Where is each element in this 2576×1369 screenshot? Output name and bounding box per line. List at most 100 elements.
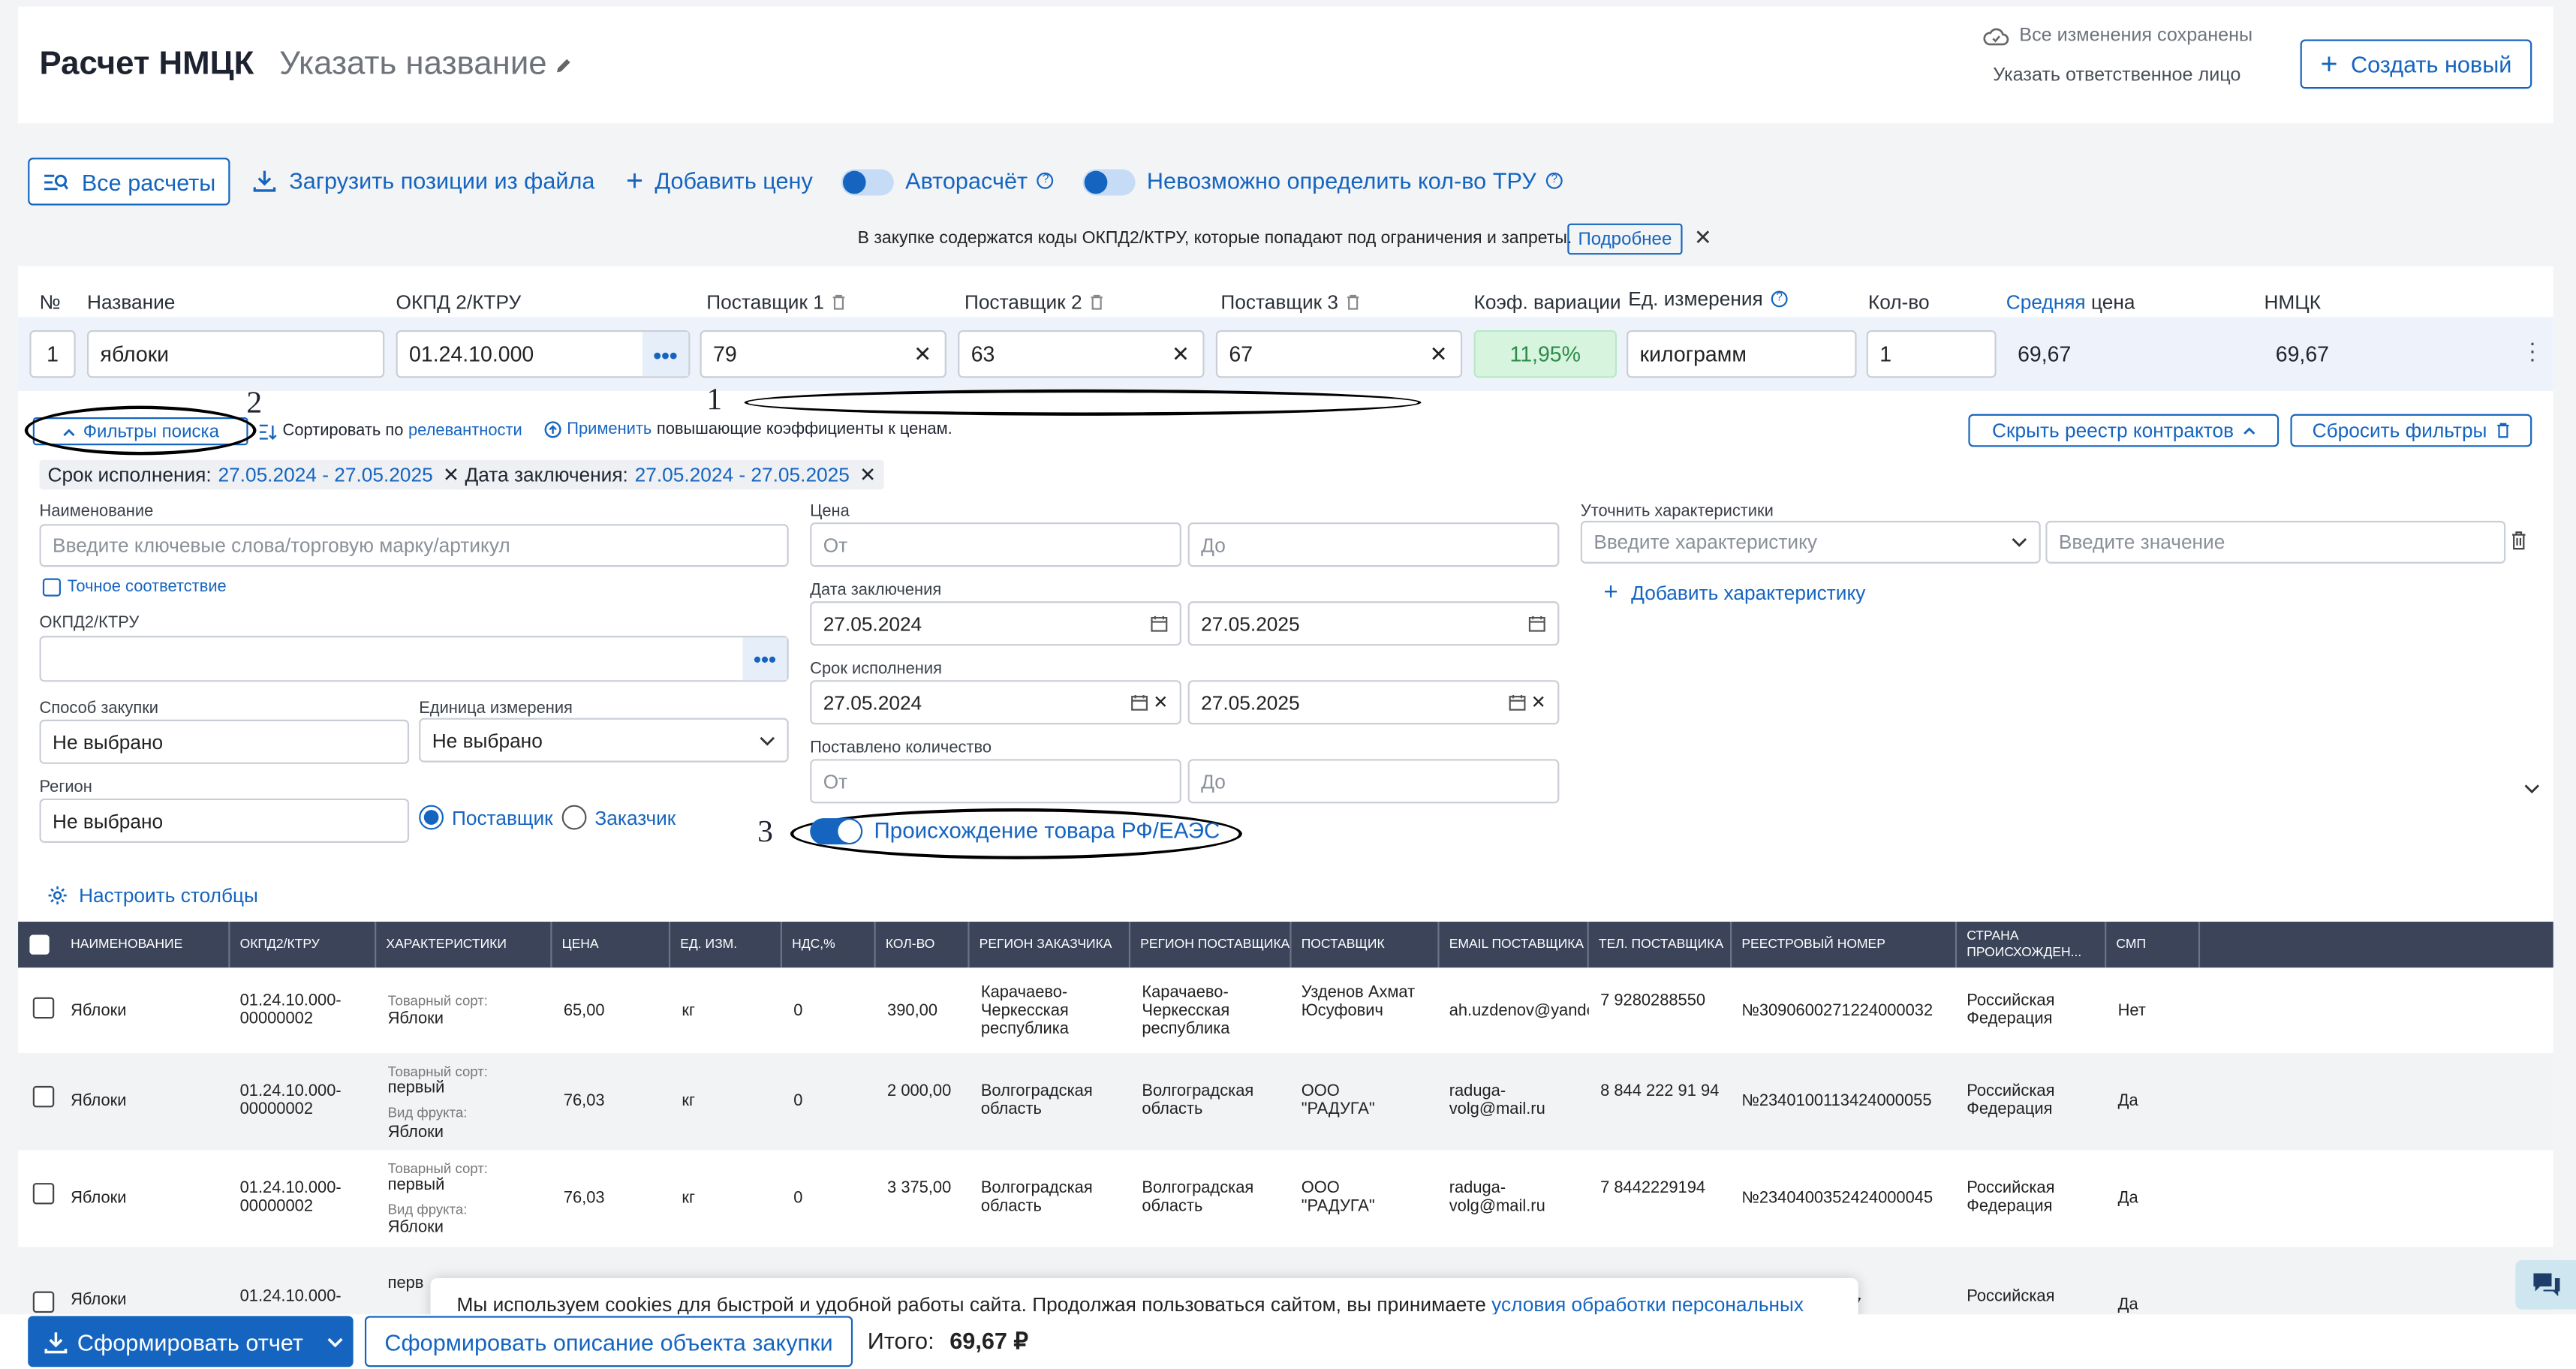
trash-icon[interactable]: [831, 294, 846, 311]
th-customer-region[interactable]: РЕГИОН ЗАКАЗЧИКА: [970, 922, 1131, 968]
sort-relevance-link[interactable]: релевантности: [408, 423, 522, 441]
close-icon[interactable]: ✕: [859, 463, 876, 486]
trash-icon[interactable]: [1345, 294, 1360, 311]
cell-registry-number[interactable]: №2340400352424000045: [1741, 1190, 1933, 1208]
th-okpd[interactable]: ОКПД2/КТРУ: [230, 922, 377, 968]
th-phone[interactable]: ТЕЛ. ПОСТАВЩИКА: [1589, 922, 1732, 968]
qty-input[interactable]: 1: [1866, 329, 1997, 378]
name-filter-input[interactable]: Введите ключевые слова/торговую марку/ар…: [39, 524, 789, 567]
characteristic-value-input[interactable]: Введите значение: [2045, 520, 2506, 564]
clear-icon[interactable]: ✕: [1172, 341, 1190, 368]
th-price[interactable]: ЦЕНА: [552, 922, 671, 968]
configure-columns-button[interactable]: Настроить столбцы: [47, 884, 258, 907]
assign-responsible-link[interactable]: Указать ответственное лицо: [1993, 66, 2240, 86]
th-qty[interactable]: КОЛ-ВО: [876, 922, 970, 968]
clear-icon[interactable]: ✕: [1531, 692, 1546, 713]
kebab-menu-icon[interactable]: · · ·: [2529, 330, 2536, 370]
exec-to-input[interactable]: 27.05.2025 ✕: [1187, 680, 1560, 725]
trash-icon[interactable]: [2511, 531, 2527, 550]
delivered-to-input[interactable]: До: [1187, 759, 1560, 804]
col-avg-link[interactable]: Средняя: [2006, 290, 2086, 314]
sort-control[interactable]: Сортировать по релевантности: [258, 423, 522, 441]
clear-icon[interactable]: ✕: [913, 341, 931, 368]
radio-customer[interactable]: Заказчик: [561, 805, 676, 830]
th-smp[interactable]: СМП: [2106, 922, 2201, 968]
close-icon[interactable]: ✕: [1694, 225, 1712, 251]
unit-filter-select[interactable]: Не выбрано: [419, 718, 789, 763]
unit-input[interactable]: килограмм: [1627, 329, 1857, 378]
checkbox-box[interactable]: [42, 578, 61, 597]
pencil-icon[interactable]: [553, 55, 573, 74]
th-country[interactable]: СТРАНА ПРОИСХОЖДЕН...: [1957, 922, 2107, 968]
calendar-icon[interactable]: [1508, 694, 1526, 712]
chevron-down-icon[interactable]: [327, 1337, 343, 1346]
more-info-button[interactable]: Подробнее: [1567, 223, 1683, 255]
radio-circle[interactable]: [561, 805, 587, 830]
add-price-button[interactable]: + Добавить цену: [626, 166, 813, 195]
clear-icon[interactable]: ✕: [1430, 341, 1448, 368]
more-dots-icon[interactable]: •••: [642, 332, 689, 377]
row-checkbox[interactable]: [32, 1085, 55, 1108]
price-to-input[interactable]: До: [1187, 522, 1560, 567]
row-checkbox[interactable]: [32, 1291, 55, 1313]
exact-match-checkbox[interactable]: Точное соответствие: [42, 578, 227, 597]
calendar-icon[interactable]: [1130, 694, 1148, 712]
create-new-button[interactable]: + Создать новый: [2300, 39, 2532, 89]
region-select[interactable]: Не выбрано: [39, 798, 410, 843]
clear-icon[interactable]: ✕: [1153, 692, 1168, 713]
add-characteristic-label: Добавить характеристику: [1631, 581, 1866, 605]
trash-icon[interactable]: [1088, 294, 1103, 311]
supplier3-price-input[interactable]: 67 ✕: [1215, 329, 1463, 378]
method-select[interactable]: Не выбрано: [39, 719, 410, 764]
help-icon[interactable]: ?: [1545, 172, 1563, 189]
th-supplier-region[interactable]: РЕГИОН ПОСТАВЩИКА: [1130, 922, 1292, 968]
reset-filters-button[interactable]: Сбросить фильтры: [2290, 414, 2532, 447]
calc-name-field[interactable]: Указать название: [279, 46, 573, 83]
supplier1-price-input[interactable]: 79 ✕: [700, 329, 946, 378]
th-supplier[interactable]: ПОСТАВЩИК: [1292, 922, 1440, 968]
generate-description-button[interactable]: Сформировать описание объекта закупки: [364, 1316, 853, 1367]
autocalc-toggle[interactable]: [841, 169, 894, 196]
row-checkbox[interactable]: [32, 1183, 55, 1205]
select-all-checkbox[interactable]: [18, 922, 61, 967]
cannot-determine-toggle[interactable]: [1082, 169, 1136, 196]
characteristic-select[interactable]: Введите характеристику: [1580, 520, 2041, 564]
conclusion-to-input[interactable]: 27.05.2025: [1187, 601, 1560, 646]
origin-toggle[interactable]: [810, 818, 863, 845]
more-dots-icon[interactable]: •••: [742, 637, 787, 681]
th-unit[interactable]: ЕД. ИЗМ.: [670, 922, 782, 968]
price-from-input[interactable]: От: [810, 522, 1181, 567]
th-name[interactable]: НАИМЕНОВАНИЕ: [61, 922, 230, 968]
cell-registry-number[interactable]: №3090600271224000032: [1741, 1002, 1933, 1020]
calendar-icon[interactable]: [1528, 615, 1546, 633]
help-icon[interactable]: ?: [1771, 290, 1788, 308]
supplier2-price-input[interactable]: 63 ✕: [958, 329, 1205, 378]
cell-registry-number[interactable]: №2340100113424000055: [1741, 1093, 1931, 1111]
upload-button[interactable]: Загрузить позиции из файла: [253, 167, 594, 194]
help-icon[interactable]: ?: [1037, 172, 1055, 189]
cookie-policy-link[interactable]: условия обработки персональных: [1491, 1293, 1804, 1316]
radio-supplier[interactable]: Поставщик: [419, 805, 553, 830]
position-okpd-input[interactable]: 01.24.10.000 •••: [396, 329, 691, 378]
generate-report-button[interactable]: Сформировать отчет: [28, 1316, 354, 1367]
conclusion-from-input[interactable]: 27.05.2024: [810, 601, 1181, 646]
apply-link[interactable]: Применить: [567, 420, 652, 438]
position-num[interactable]: 1: [29, 329, 76, 378]
row-checkbox[interactable]: [32, 997, 55, 1019]
th-registry-number[interactable]: РЕЕСТРОВЫЙ НОМЕР: [1732, 922, 1958, 968]
hide-registry-button[interactable]: Скрыть реестр контрактов: [1968, 414, 2280, 447]
apply-coefficients[interactable]: Применить повышающие коэффициенты к цена…: [544, 420, 952, 438]
add-characteristic-button[interactable]: + Добавить характеристику: [1603, 580, 1866, 605]
radio-circle[interactable]: [419, 805, 444, 830]
delivered-from-input[interactable]: От: [810, 759, 1181, 804]
position-name-input[interactable]: яблоки: [87, 329, 385, 378]
calendar-icon[interactable]: [1150, 615, 1168, 633]
expand-chevron-icon[interactable]: [2523, 784, 2540, 794]
okpd-filter-input[interactable]: •••: [39, 636, 789, 682]
th-characteristics[interactable]: ХАРАКТЕРИСТИКИ: [376, 922, 552, 968]
th-vat[interactable]: НДС,%: [782, 922, 876, 968]
all-calcs-button[interactable]: Все расчеты: [28, 158, 230, 206]
th-email[interactable]: EMAIL ПОСТАВЩИКА: [1440, 922, 1589, 968]
chat-icon[interactable]: [2515, 1259, 2576, 1310]
exec-from-input[interactable]: 27.05.2024 ✕: [810, 680, 1181, 725]
